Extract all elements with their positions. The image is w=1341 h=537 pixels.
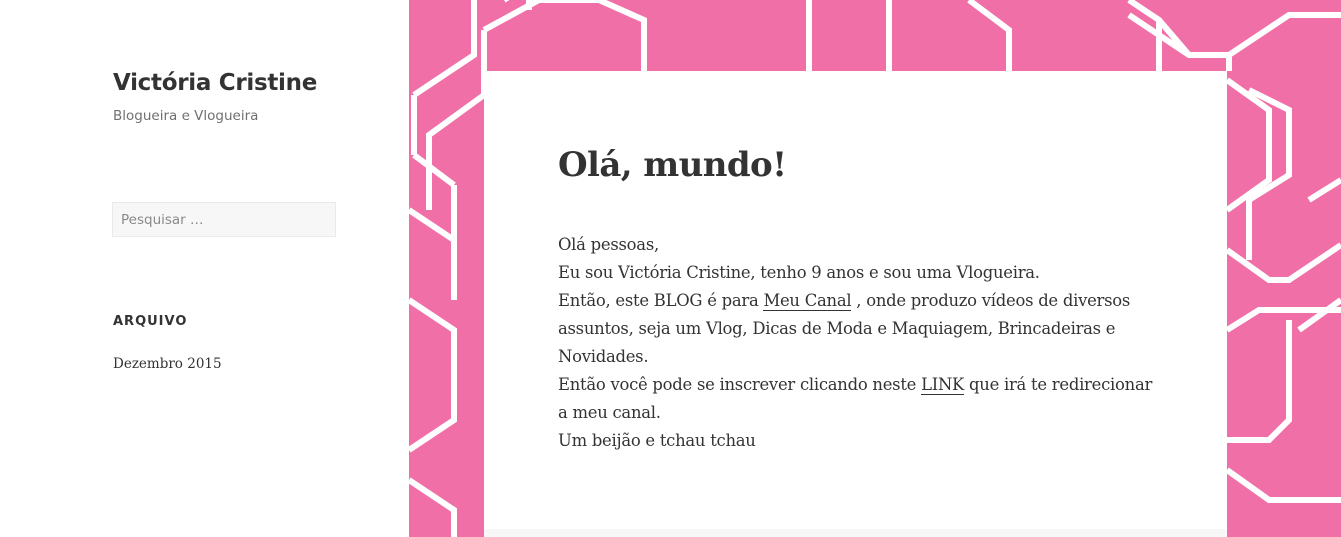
post-title[interactable]: Olá, mundo! (558, 145, 787, 185)
post-footer-strip (484, 529, 1227, 537)
meu-canal-link[interactable]: Meu Canal (763, 291, 852, 311)
site-tagline: Blogueira e Vlogueira (113, 108, 259, 124)
link-link[interactable]: LINK (921, 375, 964, 395)
post-paragraph-2: Eu sou Victória Cristine, tenho 9 anos e… (558, 263, 1040, 282)
post-paragraph-4: Então você pode se inscrever clicando ne… (558, 371, 1162, 427)
archive-link-dezembro-2015[interactable]: Dezembro 2015 (113, 356, 222, 372)
archive-widget-title: Arquivo (113, 314, 188, 329)
post-text: Então, este BLOG é para (558, 291, 764, 310)
post-content: Olá pessoas, Eu sou Victória Cristine, t… (558, 231, 1162, 455)
post-paragraph-5: Um beijão e tchau tchau (558, 431, 756, 450)
post-text: Então você pode se inscrever clicando ne… (558, 375, 922, 394)
site-title[interactable]: Victória Cristine (113, 70, 317, 96)
sidebar: Victória Cristine Blogueira e Vlogueira … (0, 0, 409, 537)
search-input[interactable] (112, 202, 336, 237)
post-paragraph-1: Olá pessoas, (558, 235, 659, 254)
post-card: Olá, mundo! Olá pessoas, Eu sou Victória… (484, 71, 1227, 537)
post-paragraph-3: Então, este BLOG é para Meu Canal , onde… (558, 287, 1162, 371)
